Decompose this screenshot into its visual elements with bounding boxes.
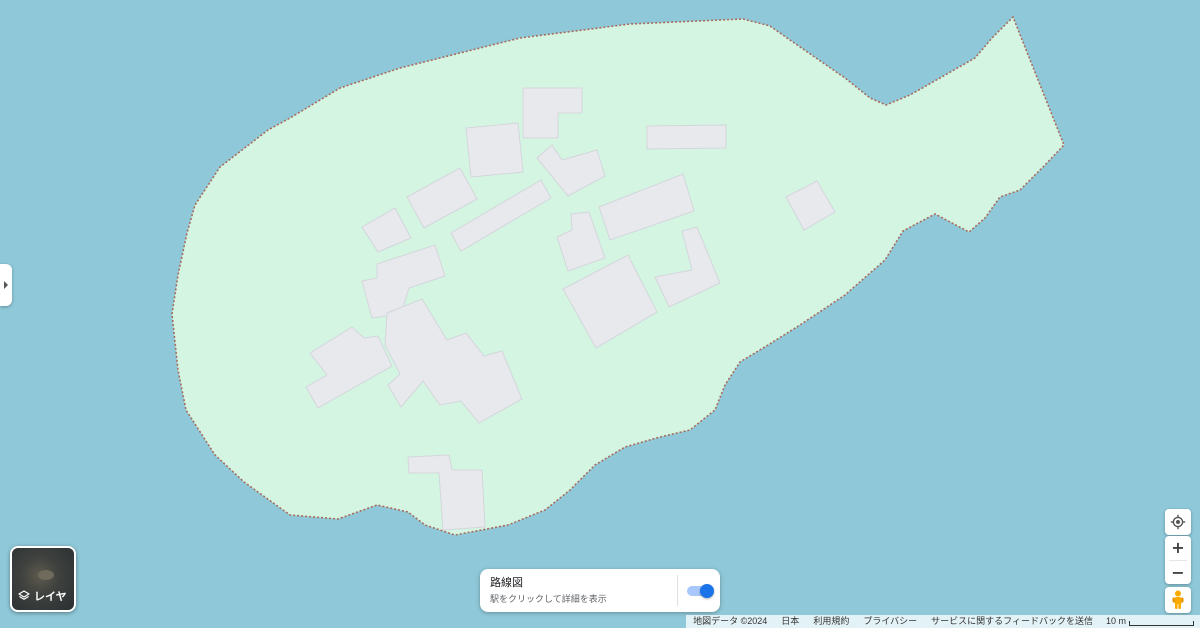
building[interactable] <box>465 122 524 178</box>
my-location-button[interactable] <box>1165 509 1191 535</box>
transit-title: 路線図 <box>490 576 523 589</box>
pegman-icon[interactable] <box>1171 590 1185 610</box>
transit-toggle[interactable] <box>687 583 714 598</box>
transit-subtitle: 駅をクリックして詳細を表示 <box>490 595 607 605</box>
layers-button[interactable]: レイヤ <box>10 546 76 612</box>
side-panel-toggle[interactable] <box>0 264 12 306</box>
street-view-button[interactable] <box>1165 587 1191 613</box>
zoom-in-button[interactable]: + <box>1165 536 1191 560</box>
map-data-attribution: 地図データ ©2024 <box>686 615 775 628</box>
layers-label: レイヤ <box>34 590 67 603</box>
scale-label: 10 m <box>1105 616 1126 626</box>
terms-link[interactable]: 利用規約 <box>806 615 857 628</box>
scale-control[interactable]: 10 m <box>1099 615 1200 628</box>
layers-icon <box>18 590 30 600</box>
scale-bar <box>1129 620 1194 626</box>
toggle-knob[interactable] <box>700 583 714 598</box>
privacy-link[interactable]: プライバシー <box>856 615 925 628</box>
feedback-link[interactable]: サービスに関するフィードバックを送信 <box>924 615 1100 628</box>
zoom-controls: + − <box>1165 536 1191 584</box>
country-link[interactable]: 日本 <box>774 615 807 628</box>
layers-label-row: レイヤ <box>18 588 67 604</box>
transit-text: 路線図 駅をクリックして詳細を表示 <box>480 569 677 612</box>
transit-layer-card: 路線図 駅をクリックして詳細を表示 <box>480 569 720 612</box>
map-footer: 地図データ ©2024 日本 利用規約 プライバシー サービスに関するフィードバ… <box>686 615 1200 628</box>
chevron-right-icon <box>4 281 8 289</box>
building[interactable] <box>646 124 727 150</box>
map-canvas[interactable] <box>0 0 1200 628</box>
transit-toggle-wrap <box>678 569 720 612</box>
satellite-thumbnail <box>38 570 54 580</box>
my-location-icon <box>1170 514 1186 530</box>
zoom-out-button[interactable]: − <box>1165 561 1191 585</box>
